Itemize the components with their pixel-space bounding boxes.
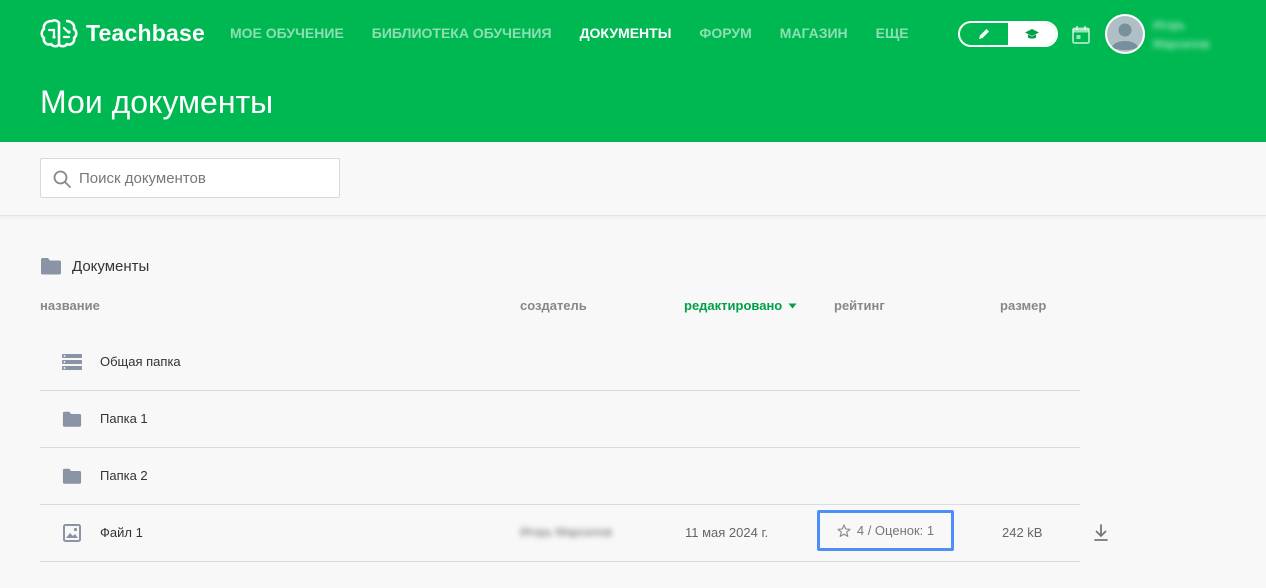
search-input[interactable] (79, 159, 334, 197)
nav-item-shop[interactable]: МАГАЗИН (780, 25, 848, 41)
column-header-name[interactable]: название (40, 298, 100, 313)
main-nav: МОЕ ОБУЧЕНИЕ БИБЛИОТЕКА ОБУЧЕНИЯ ДОКУМЕН… (230, 25, 937, 41)
brand-name: Teachbase (86, 19, 205, 46)
column-header-size[interactable]: размер (1000, 298, 1046, 313)
nav-item-more[interactable]: ЕЩЕ (876, 25, 909, 41)
shared-folder-icon (62, 354, 82, 370)
brain-logo-icon (40, 19, 78, 48)
section-title: Документы (40, 257, 149, 275)
section-title-label: Документы (72, 257, 150, 275)
brand-logo[interactable]: Teachbase (40, 17, 205, 49)
rating-value: 4 / Оценок: 1 (856, 523, 935, 538)
user-avatar[interactable] (1105, 14, 1145, 54)
column-header-rating[interactable]: рейтинг (834, 298, 885, 313)
pencil-icon (979, 29, 989, 39)
user-name[interactable]: Игорь Марсилов (1153, 16, 1243, 54)
row-name: Общая папка (100, 354, 181, 369)
rating-badge[interactable]: 4 / Оценок: 1 (817, 510, 954, 551)
mode-toggle (958, 21, 1058, 47)
nav-item-my-learning[interactable]: МОЕ ОБУЧЕНИЕ (230, 25, 344, 41)
calendar-icon[interactable] (1071, 25, 1091, 45)
search-box (40, 158, 340, 198)
nav-item-documents[interactable]: ДОКУМЕНТЫ (580, 25, 672, 41)
row-name: Файл 1 (100, 525, 143, 540)
folder-icon (62, 411, 82, 427)
app-header: Teachbase МОЕ ОБУЧЕНИЕ БИБЛИОТЕКА ОБУЧЕН… (0, 0, 1266, 142)
search-toolbar (0, 142, 1266, 216)
nav-item-forum[interactable]: ФОРУМ (699, 25, 751, 41)
folder-icon (62, 468, 82, 484)
editor-mode-button[interactable] (960, 23, 1008, 45)
user-avatar-icon (1107, 16, 1143, 52)
row-name: Папка 2 (100, 468, 148, 483)
sort-desc-icon (788, 303, 797, 308)
graduation-cap-icon (1025, 28, 1039, 39)
page-title: Мои документы (40, 84, 274, 120)
search-icon (53, 170, 71, 188)
column-header-edited-label: редактировано (684, 298, 783, 313)
table-row[interactable]: Папка 1 (40, 391, 1080, 448)
table-row[interactable]: Папка 2 (40, 448, 1080, 505)
row-name: Папка 1 (100, 411, 148, 426)
image-file-icon (63, 524, 81, 542)
column-header-edited[interactable]: редактировано (684, 298, 797, 313)
star-outline-icon (837, 523, 851, 537)
file-size: 242 kB (1002, 525, 1043, 540)
nav-item-learning-library[interactable]: БИБЛИОТЕКА ОБУЧЕНИЯ (372, 25, 552, 41)
creator-name[interactable]: Игорь Марсилов (520, 525, 612, 539)
column-header-creator[interactable]: создатель (520, 298, 587, 313)
folder-icon (41, 258, 61, 275)
edited-date: 11 мая 2024 г. (685, 525, 769, 540)
table-row[interactable]: Файл 1 Игорь Марсилов 11 мая 2024 г. 4 /… (40, 505, 1108, 562)
table-row[interactable]: Общая папка (40, 334, 1080, 391)
student-mode-button[interactable] (1008, 23, 1056, 45)
download-icon[interactable] (1092, 523, 1110, 543)
